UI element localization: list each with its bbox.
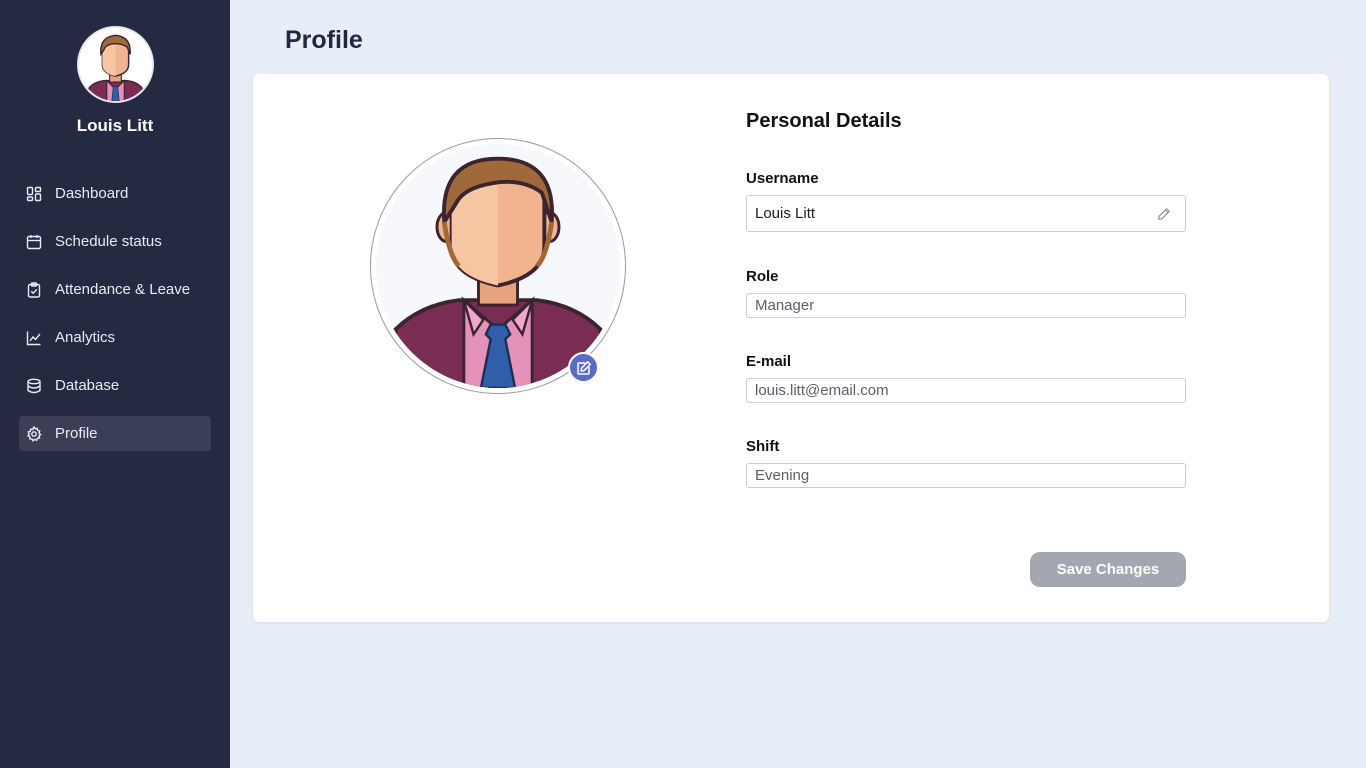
email-label: E-mail <box>746 353 792 370</box>
database-icon <box>26 378 42 394</box>
role-label: Role <box>746 268 779 285</box>
section-title: Personal Details <box>746 110 902 132</box>
username-value: Louis Litt <box>755 205 816 222</box>
sidebar-item-label: Dashboard <box>55 185 129 202</box>
email-field[interactable]: louis.litt@email.com <box>746 378 1186 403</box>
sidebar-user-name: Louis Litt <box>76 116 154 135</box>
shift-field[interactable]: Evening <box>746 463 1186 488</box>
sidebar-item-schedule-status[interactable]: Schedule status <box>19 224 211 259</box>
sidebar-item-label: Schedule status <box>55 233 162 250</box>
save-changes-button[interactable]: Save Changes <box>1030 552 1186 587</box>
personal-details-form: Personal Details Username Louis Litt Rol… <box>746 110 1186 488</box>
sidebar-item-profile[interactable]: Profile <box>19 416 211 451</box>
edit-photo-button[interactable] <box>568 352 599 383</box>
sidebar-item-dashboard[interactable]: Dashboard <box>19 176 211 211</box>
profile-card: Personal Details Username Louis Litt Rol… <box>253 74 1329 622</box>
gear-icon <box>26 425 42 442</box>
sidebar-nav: Dashboard Schedule status Attendance & L… <box>19 176 211 464</box>
pencil-icon[interactable] <box>1157 207 1171 221</box>
page-title: Profile <box>285 26 363 54</box>
sidebar-item-label: Database <box>55 377 120 394</box>
shift-placeholder: Evening <box>755 467 810 484</box>
sidebar-item-label: Analytics <box>55 329 116 346</box>
sidebar-avatar <box>77 26 154 103</box>
username-field[interactable]: Louis Litt <box>746 195 1186 232</box>
sidebar-item-analytics[interactable]: Analytics <box>19 320 211 355</box>
sidebar-item-label: Attendance & Leave <box>55 281 191 298</box>
email-placeholder: louis.litt@email.com <box>755 382 889 399</box>
role-field[interactable]: Manager <box>746 293 1186 318</box>
sidebar: Louis Litt Dashboard Schedule status Att… <box>0 0 230 768</box>
sidebar-item-attendance-leave[interactable]: Attendance & Leave <box>19 272 211 307</box>
shift-label: Shift <box>746 438 780 455</box>
username-label: Username <box>746 170 819 187</box>
clipboard-check-icon <box>26 281 42 298</box>
user-avatar-icon <box>79 28 152 101</box>
line-chart-icon <box>26 330 42 346</box>
edit-icon <box>576 360 591 375</box>
calendar-icon <box>26 234 42 250</box>
dashboard-icon <box>26 186 42 202</box>
sidebar-item-label: Profile <box>55 425 98 442</box>
sidebar-item-database[interactable]: Database <box>19 368 211 403</box>
role-placeholder: Manager <box>755 297 815 314</box>
